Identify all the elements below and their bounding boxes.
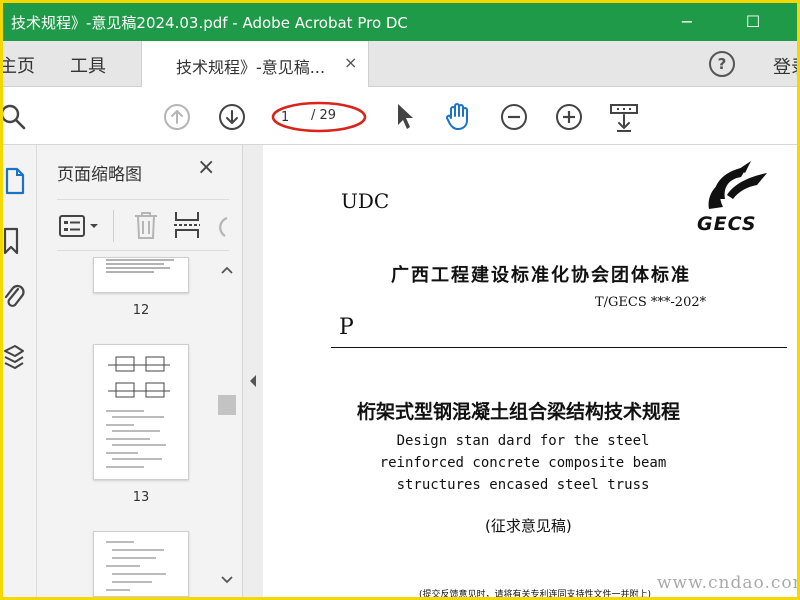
- gecs-logo: GECS: [693, 159, 773, 239]
- window-title: 技术规程》-意见稿2024.03.pdf - Adobe Acrobat Pro…: [11, 14, 408, 32]
- zoom-in-icon[interactable]: [555, 103, 583, 131]
- thumbnail-options-icon[interactable]: [59, 214, 103, 238]
- doc-title-en-line: Design stan dard for the steel: [396, 433, 650, 449]
- doc-footnote: (提交反馈意见时，请将有关专利连同支持性文件一并附上): [419, 590, 652, 597]
- page-number-box: / 29: [271, 101, 367, 133]
- collapse-arrow-icon: [250, 375, 256, 387]
- page-thumbnail-13[interactable]: [93, 344, 189, 480]
- login-button[interactable]: 登录: [773, 53, 797, 79]
- thumbnail-content: [106, 259, 174, 273]
- zoom-out-icon[interactable]: [500, 103, 528, 131]
- attachment-icon[interactable]: [3, 283, 25, 313]
- document-page: UDC GECS 广西工程建设标准化协会团体标准 T/GECS ***-202*…: [263, 145, 797, 597]
- thumbnail-content: [106, 541, 166, 591]
- rotate-page-icon[interactable]: [211, 212, 229, 240]
- tab-document[interactable]: 技术规程》-意见稿... ×: [141, 41, 369, 88]
- document-tab-close-button[interactable]: ×: [344, 53, 357, 72]
- insert-page-icon[interactable]: [173, 210, 201, 240]
- watermark: www.cndao.com: [657, 573, 797, 593]
- toolbar-divider: [113, 210, 114, 242]
- page-thumbnail-14[interactable]: [93, 531, 189, 597]
- thumbnail-page-number: 13: [132, 490, 150, 505]
- doc-divider: [331, 347, 787, 348]
- page-number-input[interactable]: [281, 107, 303, 127]
- tab-tools[interactable]: 工具: [70, 52, 106, 78]
- minimize-button[interactable]: −: [667, 7, 707, 37]
- thumbnails-panel: 页面缩略图 × 12 13: [37, 145, 243, 597]
- search-icon[interactable]: [3, 103, 27, 131]
- thumbnails-toolbar: [57, 199, 229, 251]
- title-bar: 技术规程》-意见稿2024.03.pdf - Adobe Acrobat Pro…: [3, 3, 797, 41]
- doc-category-letter: P: [339, 315, 354, 340]
- tab-home[interactable]: 主页: [3, 52, 35, 78]
- page-thumbnails-icon[interactable]: [5, 167, 25, 195]
- doc-standard-code: T/GECS ***-202*: [595, 295, 707, 310]
- thumbnails-scrollbar[interactable]: [217, 257, 237, 597]
- page-thumbnail-12[interactable]: [93, 257, 189, 293]
- layers-icon[interactable]: [3, 343, 25, 373]
- delete-page-icon[interactable]: [133, 210, 159, 240]
- previous-page-icon[interactable]: [163, 103, 191, 131]
- doc-title-en-line: structures encased steel truss: [396, 477, 650, 493]
- gecs-logo-text: GECS: [697, 213, 757, 235]
- bookmark-icon[interactable]: [3, 227, 23, 255]
- acrobat-window: 技术规程》-意见稿2024.03.pdf - Adobe Acrobat Pro…: [3, 3, 797, 597]
- thumbnails-horizontal-scrollbar[interactable]: [37, 591, 243, 597]
- select-cursor-icon[interactable]: [393, 101, 417, 133]
- doc-title-en-line: reinforced concrete composite beam: [379, 455, 667, 471]
- doc-title-cn: 桁架式型钢混凝土组合梁结构技术规程: [357, 401, 681, 423]
- main-toolbar: / 29: [3, 87, 797, 145]
- tab-bar: 主页 工具 技术规程》-意见稿... × ? 登录: [3, 41, 797, 88]
- thumbnail-content: [106, 356, 170, 468]
- scroll-mode-icon[interactable]: [609, 101, 639, 133]
- document-tab-label: 技术规程》-意见稿...: [176, 58, 326, 77]
- thumbnails-panel-title: 页面缩略图: [57, 165, 142, 185]
- maximize-button[interactable]: ☐: [733, 7, 773, 37]
- doc-organization: 广西工程建设标准化协会团体标准: [391, 265, 691, 286]
- doc-draft-label: (征求意见稿): [485, 517, 572, 535]
- navigation-rail: [3, 145, 37, 597]
- hand-tool-icon[interactable]: [443, 100, 475, 132]
- scrollbar-graphic: [218, 266, 236, 584]
- panel-collapse-handle[interactable]: [243, 145, 263, 597]
- page-total: / 29: [311, 108, 337, 123]
- help-button[interactable]: ?: [709, 51, 735, 77]
- next-page-icon[interactable]: [218, 103, 246, 131]
- thumbnail-page-number: 12: [132, 303, 150, 318]
- thumbnails-panel-close-button[interactable]: ×: [197, 155, 215, 180]
- doc-udc-label: UDC: [341, 189, 390, 213]
